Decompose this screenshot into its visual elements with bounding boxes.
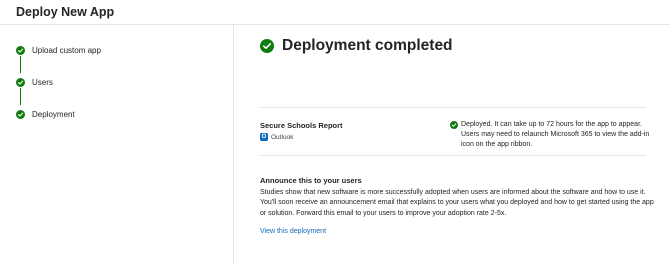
view-deployment-link[interactable]: View this deployment: [260, 228, 326, 235]
page-header: Deploy New App: [0, 0, 670, 25]
checkmark-circle-icon: [260, 39, 274, 53]
step-users: Users: [16, 75, 53, 89]
step-label: Users: [32, 77, 53, 87]
checkmark-circle-icon: [450, 121, 458, 129]
steps-panel: Upload custom app Users Deployment: [0, 25, 234, 264]
checkmark-circle-icon: [16, 45, 25, 55]
step-label: Upload custom app: [32, 45, 101, 55]
completion-heading: Deployment completed: [260, 37, 453, 55]
step-connector: [20, 56, 21, 73]
checkmark-circle-icon: [16, 109, 25, 119]
step-upload-custom-app: Upload custom app: [16, 43, 101, 57]
step-connector: [20, 88, 21, 105]
status-text: Deployed. It can take up to 72 hours for…: [461, 121, 650, 148]
page-title: Deploy New App: [16, 5, 115, 19]
main-content: Deployment completed Secure Schools Repo…: [234, 25, 670, 264]
outlook-icon: O: [260, 133, 268, 141]
announce-body: Studies show that new software is more s…: [260, 189, 654, 217]
host-label: Outlook: [271, 133, 294, 141]
announce-title: Announce this to your users: [260, 176, 362, 185]
deployment-status: Deployed. It can take up to 72 hours for…: [450, 120, 650, 150]
divider: [260, 155, 646, 156]
completion-title: Deployment completed: [282, 37, 453, 54]
step-label: Deployment: [32, 109, 75, 119]
divider: [260, 107, 646, 108]
app-name: Secure Schools Report: [260, 121, 343, 130]
checkmark-circle-icon: [16, 77, 25, 87]
app-host: O Outlook: [260, 133, 293, 141]
step-deployment: Deployment: [16, 107, 75, 121]
